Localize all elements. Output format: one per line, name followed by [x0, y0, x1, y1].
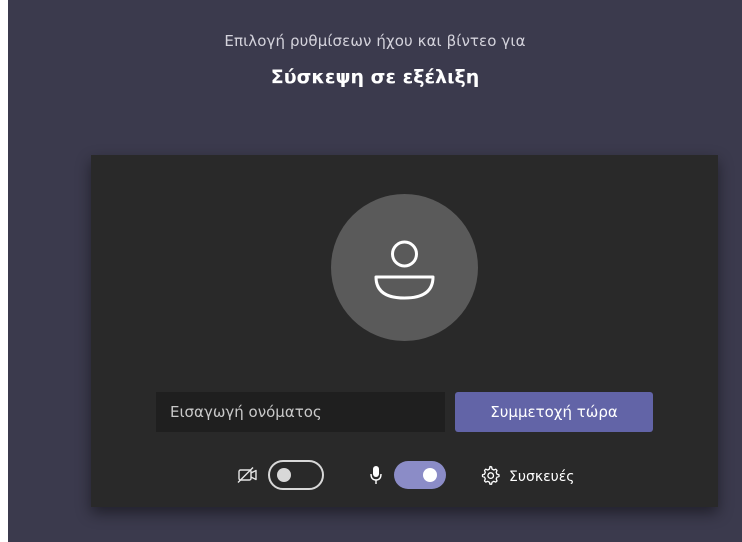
camera-toggle-knob — [277, 468, 291, 482]
camera-toggle[interactable] — [268, 460, 324, 490]
prejoin-subtitle: Επιλογή ρυθμίσεων ήχου και βίντεο για — [224, 32, 526, 50]
camera-off-icon — [237, 466, 259, 488]
gear-icon — [480, 465, 500, 489]
microphone-toggle[interactable] — [394, 461, 446, 489]
meeting-title: Σύσκεψη σε εξέλιξη — [270, 66, 480, 88]
name-input[interactable] — [156, 392, 445, 432]
device-settings-label: Συσκευές — [509, 469, 575, 485]
microphone-icon — [369, 465, 383, 489]
person-icon — [374, 240, 435, 300]
microphone-toggle-knob — [423, 468, 437, 482]
video-preview-card: Συμμετοχή τώρα — [91, 155, 718, 507]
device-settings-button[interactable]: Συσκευές — [480, 465, 575, 489]
teams-prejoin-window: Επιλογή ρυθμίσεων ήχου και βίντεο για Σύ… — [8, 0, 742, 542]
join-now-button[interactable]: Συμμετοχή τώρα — [455, 392, 653, 432]
avatar — [331, 194, 478, 341]
